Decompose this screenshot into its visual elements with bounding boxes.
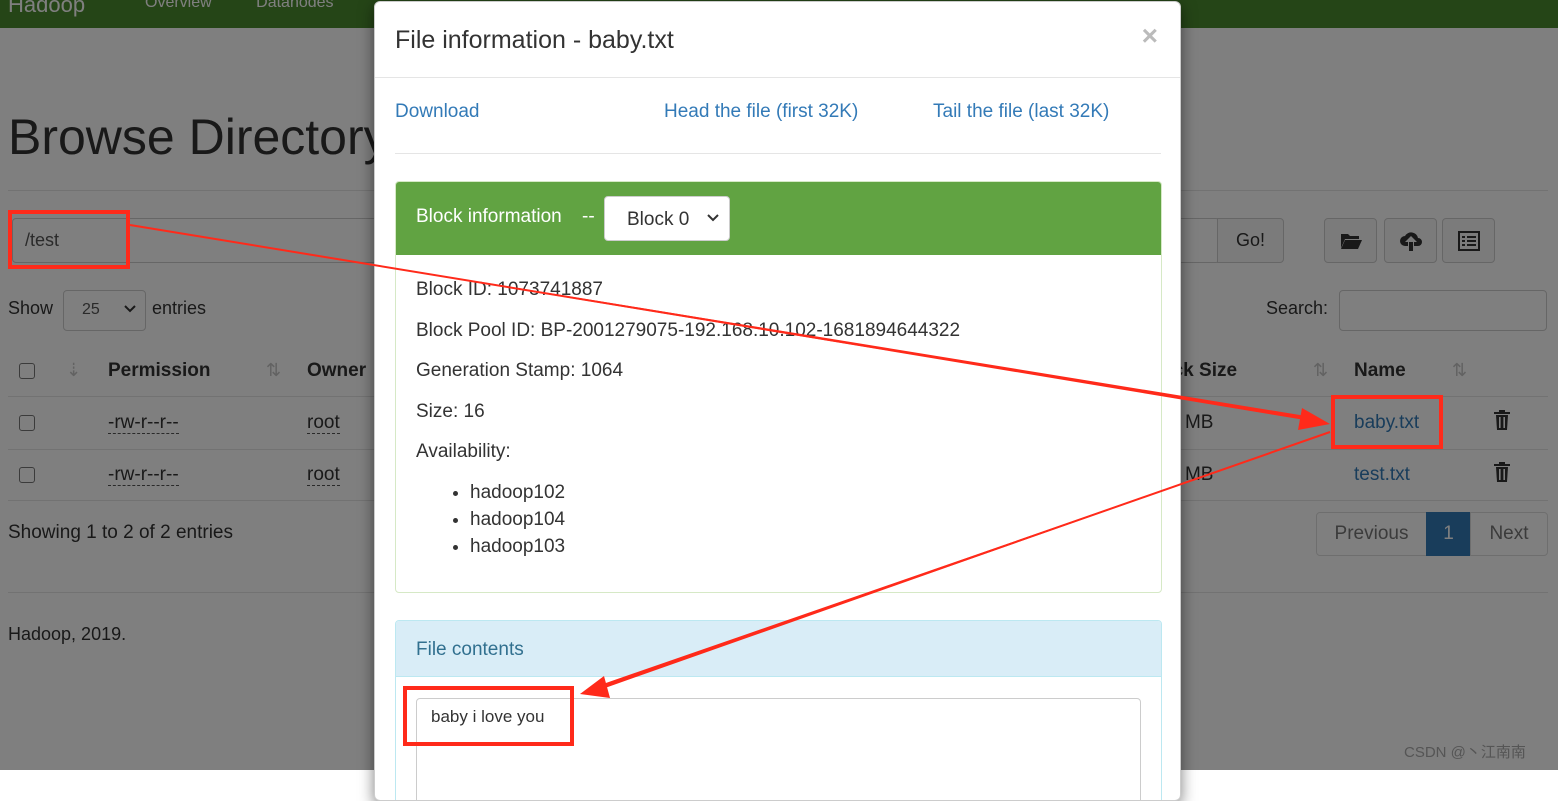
annotation-overlay: [8, 210, 1443, 746]
annotation-box-filename: [1331, 395, 1443, 449]
annotation-arrowhead: [580, 676, 610, 698]
annotation-arrowhead: [1298, 408, 1330, 430]
annotation-arrow-line: [129, 224, 1306, 419]
annotation-arrow-line: [603, 431, 1331, 687]
annotation-box-contents: [403, 686, 574, 746]
annotation-box-path: [8, 210, 130, 269]
watermark-text: CSDN @丶江南南: [1404, 744, 1526, 761]
